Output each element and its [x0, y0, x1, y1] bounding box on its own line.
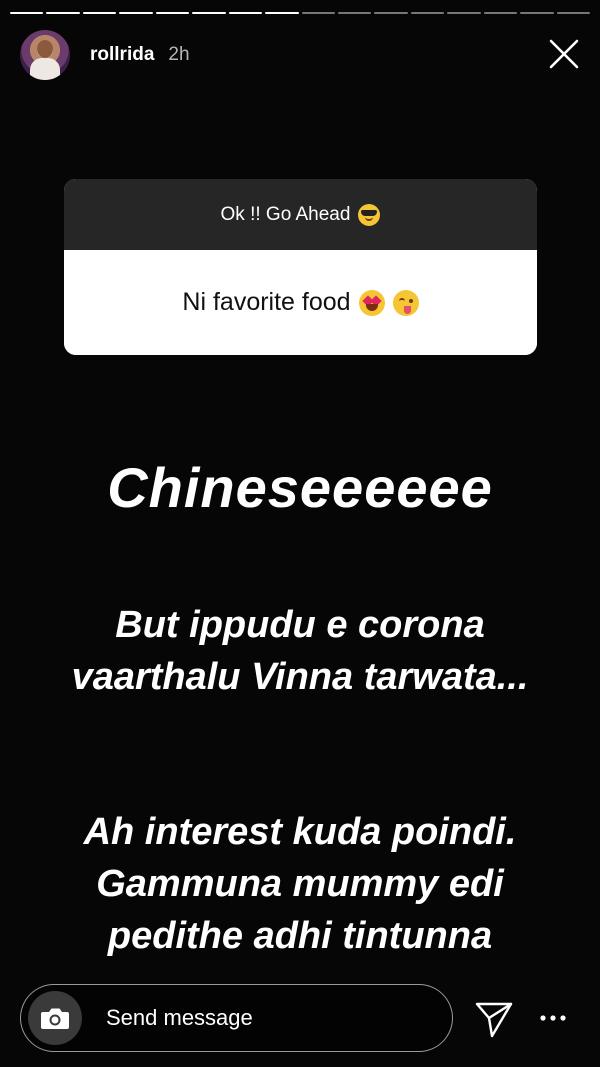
story-progress-segment [483, 12, 518, 14]
heart-eyes-emoji-icon [358, 289, 385, 316]
sunglasses-shape [361, 209, 378, 216]
emoji-tongue [403, 305, 411, 314]
story-paragraph-2: Ah interest kuda poindi. Gammuna mummy e… [83, 811, 517, 957]
avatar-body [30, 58, 60, 80]
username[interactable]: rollrida [90, 44, 154, 66]
more-icon[interactable] [535, 1000, 571, 1036]
story-progress-segment [520, 12, 554, 14]
story-progress-segment [10, 12, 44, 14]
story-progress-segment [301, 12, 335, 14]
question-sticker[interactable]: Ok !! Go Ahead Ni favorite food [64, 179, 537, 355]
story-progress-segment [82, 12, 117, 14]
story-header: rollrida 2h [20, 30, 582, 80]
story-progress-segment [265, 12, 299, 14]
sunglasses-emoji-icon [358, 203, 381, 226]
story-headline: Chineseeeeee [107, 456, 493, 519]
story-progress-segment [192, 12, 226, 14]
send-message-input[interactable] [104, 1004, 428, 1032]
post-time: 2h [168, 44, 190, 65]
question-answer: Ni favorite food [64, 250, 537, 355]
message-bar [20, 984, 453, 1052]
camera-button[interactable] [28, 991, 82, 1045]
story-progress-segment [119, 12, 153, 14]
story-paragraph-1: But ippudu e corona vaarthalu Vinna tarw… [71, 604, 529, 698]
story-progress-segment [228, 12, 263, 14]
yum-emoji-icon [392, 289, 419, 316]
story-progress-segment [155, 12, 190, 14]
emoji-eye-right [408, 298, 413, 303]
story-progress-segment [410, 12, 445, 14]
story-progress-bar [10, 12, 590, 15]
emoji-mouth [365, 216, 374, 221]
question-prompt: Ok !! Go Ahead [64, 179, 537, 250]
story-progress-segment [374, 12, 408, 14]
close-icon[interactable] [546, 36, 582, 72]
question-answer-text: Ni favorite food [182, 288, 351, 316]
profile-avatar[interactable] [20, 30, 70, 80]
story-screen: rollrida 2h Ok !! Go Ahead Ni favorite f… [0, 0, 600, 1067]
story-progress-segment [337, 12, 372, 14]
emoji-smile [365, 303, 378, 311]
emoji-eye-left [398, 297, 405, 303]
story-progress-segment [556, 12, 590, 14]
send-icon[interactable] [472, 996, 516, 1040]
story-progress-segment [46, 12, 80, 14]
story-progress-segment [447, 12, 481, 14]
avatar-face [37, 40, 53, 58]
question-prompt-text: Ok !! Go Ahead [220, 203, 351, 225]
camera-icon [41, 1008, 69, 1029]
